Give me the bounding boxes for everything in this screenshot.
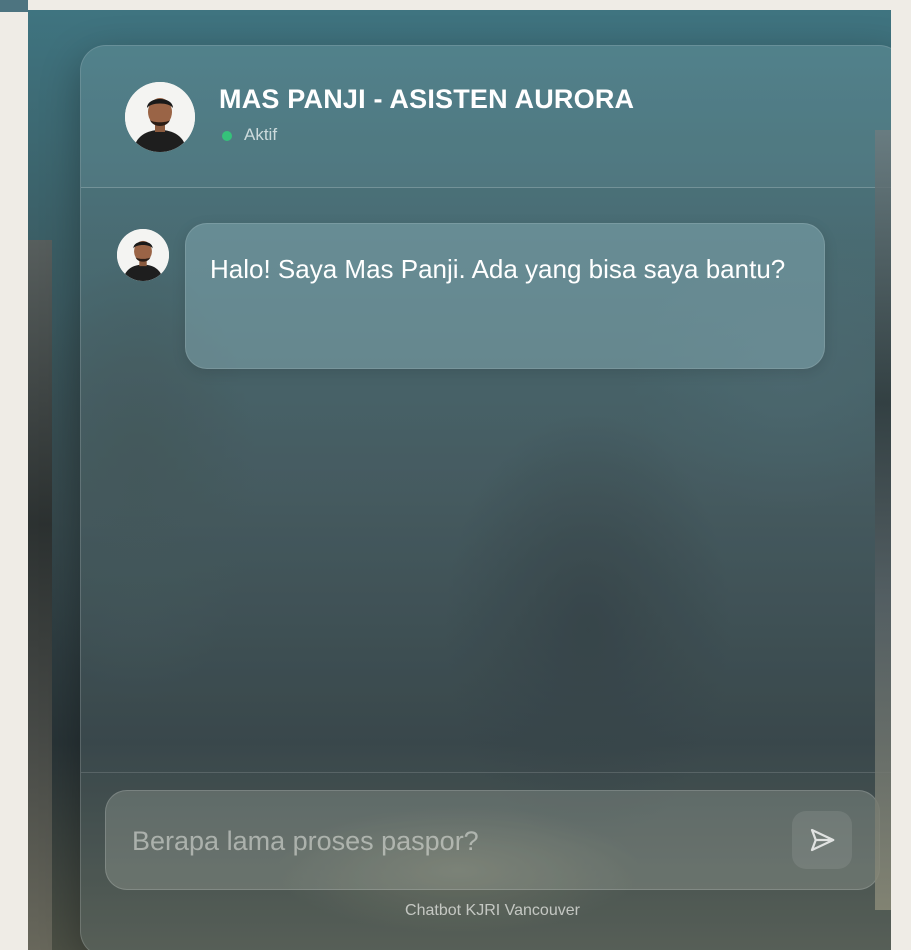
corner-marker	[0, 0, 28, 12]
send-button[interactable]	[792, 811, 852, 869]
assistant-avatar	[125, 82, 195, 152]
footer-text: Chatbot KJRI Vancouver	[405, 902, 580, 919]
status-dot-icon	[222, 131, 232, 141]
status-text: Aktif	[244, 125, 278, 144]
background-scene: MAS PANJI - ASISTEN AURORA Aktif Halo! S…	[28, 10, 891, 950]
send-icon	[810, 828, 835, 852]
assistant-name: MAS PANJI - ASISTEN AURORA	[219, 84, 635, 114]
message-avatar	[117, 229, 169, 281]
message-input[interactable]	[130, 815, 774, 867]
person-avatar-icon	[125, 82, 195, 152]
chat-header: MAS PANJI - ASISTEN AURORA Aktif	[81, 46, 891, 188]
bot-message-bubble: Halo! Saya Mas Panji. Ada yang bisa saya…	[185, 223, 825, 369]
message-composer	[105, 790, 880, 890]
chat-window: MAS PANJI - ASISTEN AURORA Aktif Halo! S…	[80, 45, 891, 950]
composer-divider	[81, 772, 891, 773]
person-avatar-icon	[117, 229, 169, 281]
